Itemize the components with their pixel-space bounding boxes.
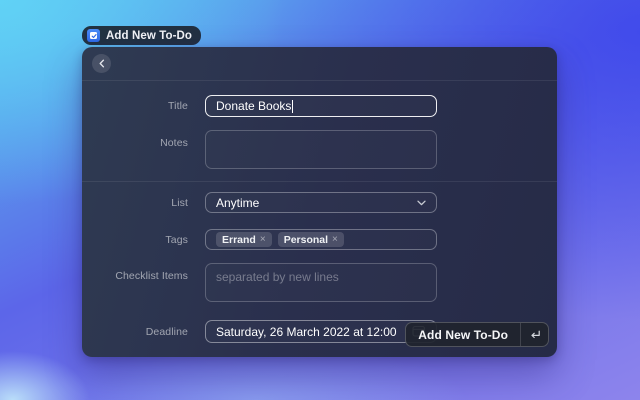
things-checkbox-glyph — [90, 32, 97, 39]
list-field-row: List Anytime — [82, 192, 557, 213]
chevron-left-icon — [98, 59, 106, 68]
tag-chip-label: Errand — [222, 234, 256, 246]
title-label: Title — [82, 100, 188, 112]
list-dropdown[interactable]: Anytime — [205, 192, 437, 213]
launcher-badge-label: Add New To-Do — [106, 30, 192, 42]
deadline-label: Deadline — [82, 326, 188, 338]
list-selected-value: Anytime — [216, 196, 259, 210]
notes-label: Notes — [82, 130, 188, 149]
tag-chip-personal[interactable]: Personal × — [278, 232, 344, 247]
notes-field-row: Notes — [82, 130, 557, 169]
deadline-picker[interactable]: Saturday, 26 March 2022 at 12:00 — [205, 320, 437, 343]
enter-key-icon — [520, 323, 548, 346]
text-cursor — [292, 100, 293, 113]
remove-tag-icon[interactable]: × — [332, 234, 338, 245]
deadline-value: Saturday, 26 March 2022 at 12:00 — [216, 325, 397, 339]
window-header — [82, 47, 557, 81]
add-new-todo-button-label: Add New To-Do — [406, 323, 520, 346]
checklist-placeholder: separated by new lines — [216, 270, 339, 284]
list-label: List — [82, 197, 188, 209]
tags-label: Tags — [82, 234, 188, 246]
remove-tag-icon[interactable]: × — [260, 234, 266, 245]
tag-chip-label: Personal — [284, 234, 328, 246]
checklist-textarea[interactable]: separated by new lines — [205, 263, 437, 302]
section-divider — [82, 181, 557, 182]
checklist-field-row: Checklist Items separated by new lines — [82, 263, 557, 302]
title-field-row: Title Donate Books — [82, 95, 557, 117]
things-app-icon — [87, 29, 100, 42]
back-button[interactable] — [92, 54, 111, 73]
launcher-badge[interactable]: Add New To-Do — [82, 26, 201, 45]
title-input[interactable]: Donate Books — [205, 95, 437, 117]
checklist-label: Checklist Items — [82, 263, 188, 282]
tags-field-row: Tags Errand × Personal × — [82, 229, 557, 250]
notes-textarea[interactable] — [205, 130, 437, 169]
add-new-todo-button[interactable]: Add New To-Do — [405, 322, 549, 347]
title-value: Donate Books — [216, 99, 291, 113]
tag-chip-errand[interactable]: Errand × — [216, 232, 272, 247]
raycast-form-window: Title Donate Books Notes List Anytime Ta… — [82, 47, 557, 357]
chevron-down-icon — [417, 200, 426, 206]
tags-input[interactable]: Errand × Personal × — [205, 229, 437, 250]
